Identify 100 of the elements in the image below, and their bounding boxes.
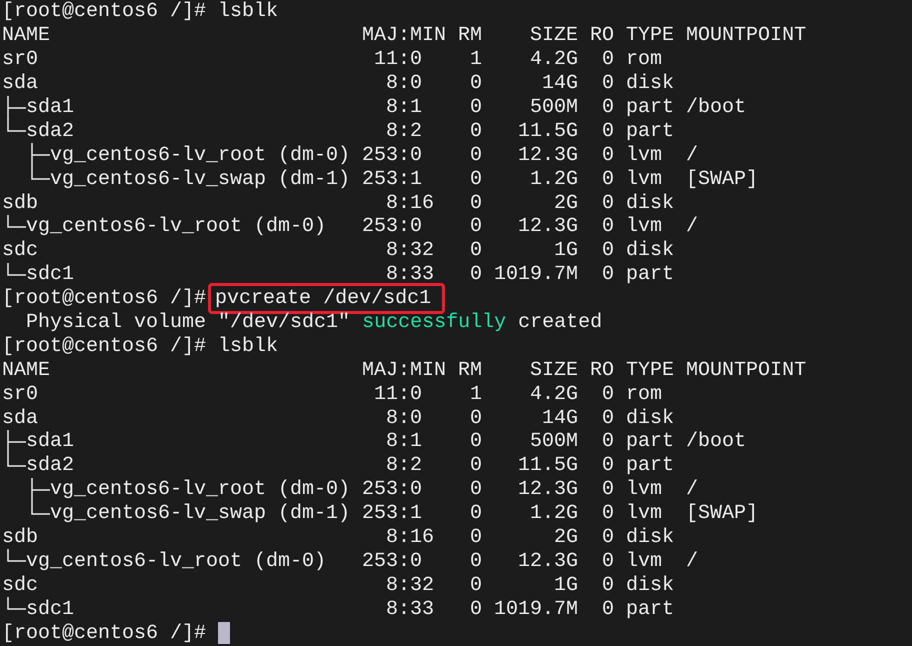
table-cell: part bbox=[626, 430, 674, 454]
table-cell: 0 bbox=[602, 526, 614, 550]
table-cell: [SWAP] bbox=[686, 168, 758, 191]
column-header: RO bbox=[590, 24, 614, 48]
table-cell: 0 bbox=[602, 120, 614, 143]
table-cell: sdb bbox=[2, 526, 38, 550]
command-text: lsblk bbox=[218, 0, 278, 24]
table-cell: 0 bbox=[602, 454, 614, 478]
table-cell: 0 bbox=[602, 263, 614, 286]
table-cell: 8:16 bbox=[386, 192, 434, 215]
table-cell: disk bbox=[626, 239, 674, 262]
column-header: MOUNTPOINT bbox=[686, 358, 806, 382]
table-cell: 0 bbox=[470, 263, 482, 286]
table-cell: 500M bbox=[530, 430, 578, 454]
table-cell: 253:0 bbox=[362, 478, 422, 502]
table-cell: rom bbox=[626, 382, 662, 406]
table-cell: disk bbox=[626, 406, 674, 430]
table-cell: 0 bbox=[602, 406, 614, 430]
table-cell: sdc bbox=[2, 574, 38, 597]
table-cell: lvm bbox=[626, 478, 662, 502]
table-cell: 0 bbox=[470, 192, 482, 215]
table-cell: 8:2 bbox=[386, 454, 422, 478]
column-header: MAJ:MIN bbox=[362, 24, 446, 48]
table-cell: part bbox=[626, 120, 674, 143]
table-cell: 253:1 bbox=[362, 168, 422, 191]
shell-prompt: [root@centos6 /]# bbox=[2, 622, 206, 645]
table-cell: vg_centos6-lv_root (dm-0) bbox=[50, 478, 350, 502]
table-cell: /boot bbox=[686, 96, 746, 119]
table-cell: 253:0 bbox=[362, 144, 422, 167]
shell-prompt: [root@centos6 /]# bbox=[2, 0, 206, 24]
table-cell: disk bbox=[626, 192, 674, 215]
tree-branch-icon bbox=[7, 215, 26, 228]
column-header: RM bbox=[458, 24, 482, 48]
table-cell: 14G bbox=[542, 406, 578, 430]
table-cell: 0 bbox=[470, 502, 482, 526]
table-cell: 500M bbox=[530, 96, 578, 119]
table-cell: part bbox=[626, 263, 674, 286]
table-cell: / bbox=[686, 215, 698, 238]
table-cell: sdb bbox=[2, 192, 38, 215]
column-header: RM bbox=[458, 358, 482, 382]
table-cell: 1G bbox=[554, 239, 578, 262]
table-cell: 0 bbox=[470, 72, 482, 96]
table-cell: 11.5G bbox=[518, 454, 578, 478]
table-cell: vg_centos6-lv_root (dm-0) bbox=[26, 550, 326, 573]
table-cell: sda bbox=[2, 406, 38, 430]
table-cell: 0 bbox=[602, 598, 614, 621]
table-cell: 4.2G bbox=[530, 48, 578, 72]
table-cell: 12.3G bbox=[518, 144, 578, 167]
shell-prompt: [root@centos6 /]# bbox=[2, 287, 206, 310]
table-cell: 1.2G bbox=[530, 502, 578, 526]
table-cell: 0 bbox=[470, 406, 482, 430]
table-cell: 12.3G bbox=[518, 215, 578, 238]
table-cell: 11:0 bbox=[374, 382, 422, 406]
table-cell: vg_centos6-lv_swap (dm-1) bbox=[50, 168, 350, 191]
column-header: MAJ:MIN bbox=[362, 358, 446, 382]
table-cell: 8:0 bbox=[386, 406, 422, 430]
table-cell: 0 bbox=[470, 168, 482, 191]
table-cell: lvm bbox=[626, 215, 662, 238]
table-cell: / bbox=[686, 144, 698, 167]
table-cell: vg_centos6-lv_root (dm-0) bbox=[26, 215, 326, 238]
table-cell: sda bbox=[2, 72, 38, 96]
table-cell: 0 bbox=[602, 382, 614, 406]
tree-branch-icon bbox=[7, 549, 26, 562]
table-cell: lvm bbox=[626, 550, 662, 573]
table-cell: 2G bbox=[554, 192, 578, 215]
table-cell: part bbox=[626, 454, 674, 478]
table-cell: lvm bbox=[626, 168, 662, 191]
table-cell: / bbox=[686, 550, 698, 573]
table-cell: 8:0 bbox=[386, 72, 422, 96]
table-cell: 0 bbox=[602, 430, 614, 454]
table-cell: disk bbox=[626, 72, 674, 96]
table-cell: 253:1 bbox=[362, 502, 422, 526]
table-cell: 12.3G bbox=[518, 478, 578, 502]
column-header: MOUNTPOINT bbox=[686, 24, 806, 48]
tree-branch-icon bbox=[7, 262, 26, 276]
table-cell: [SWAP] bbox=[686, 502, 758, 526]
table-cell: lvm bbox=[626, 144, 662, 167]
table-cell: sr0 bbox=[2, 382, 38, 406]
column-header: SIZE bbox=[530, 24, 578, 48]
table-cell: sr0 bbox=[2, 48, 38, 72]
table-cell: 8:33 bbox=[386, 598, 434, 621]
table-cell: 11:0 bbox=[374, 48, 422, 72]
table-cell: 0 bbox=[602, 502, 614, 526]
table-cell: lvm bbox=[626, 502, 662, 526]
tree-branch-icon bbox=[7, 597, 26, 610]
table-cell: rom bbox=[626, 48, 662, 72]
table-cell: sdc1 bbox=[26, 598, 74, 621]
column-header: SIZE bbox=[530, 358, 578, 382]
table-cell: sdc bbox=[2, 239, 38, 262]
table-cell: 0 bbox=[470, 550, 482, 573]
table-cell: 8:32 bbox=[386, 574, 434, 597]
table-cell: 0 bbox=[602, 168, 614, 191]
table-cell: 0 bbox=[602, 550, 614, 573]
table-cell: 0 bbox=[470, 215, 482, 238]
table-cell: 8:1 bbox=[386, 430, 422, 454]
table-cell: 1019.7M bbox=[494, 263, 578, 286]
table-cell: 0 bbox=[470, 574, 482, 597]
table-cell: vg_centos6-lv_root (dm-0) bbox=[50, 144, 350, 167]
table-cell: 8:1 bbox=[386, 96, 422, 119]
table-cell: 0 bbox=[602, 72, 614, 96]
